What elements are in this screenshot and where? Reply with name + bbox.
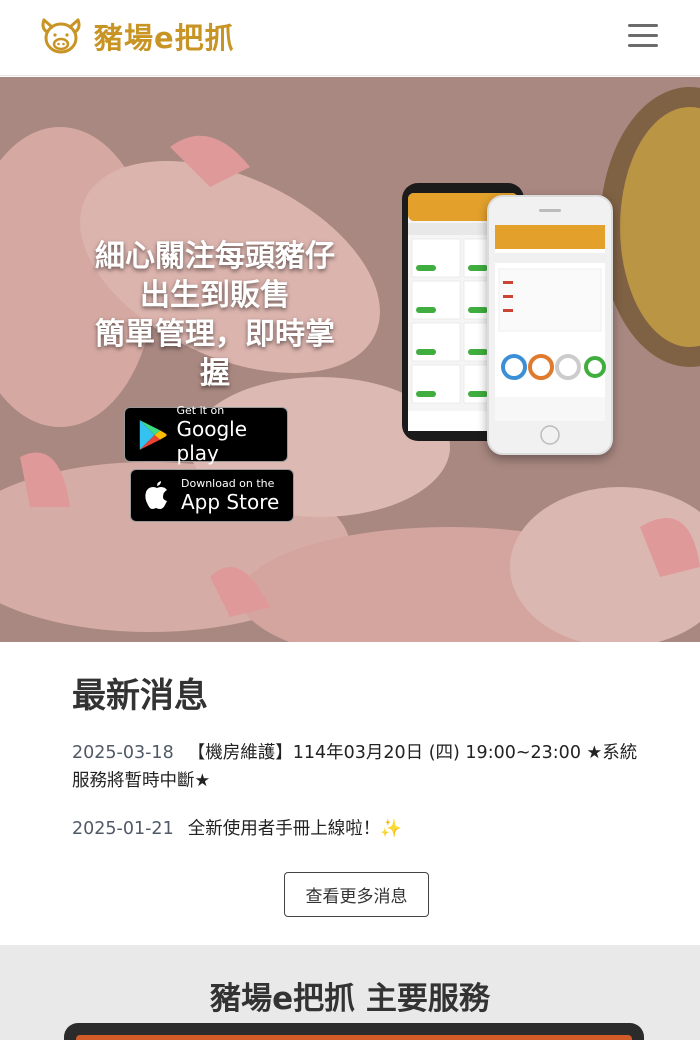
news-item[interactable]: 2025-03-18 【機房維護】114年03月20日 (四) 19:00~23:…: [72, 739, 652, 795]
hamburger-menu-icon[interactable]: [628, 22, 660, 50]
main-services-section: 豬場e把抓 主要服務: [0, 945, 700, 1040]
app-store-big-text: App Store: [181, 489, 280, 514]
services-preview-banner: [76, 1035, 632, 1040]
menu-bar: [628, 34, 658, 37]
hero-headline-line: 細心關注每頭豬仔: [95, 239, 335, 274]
app-store-label: Download on the App Store: [181, 476, 280, 514]
services-preview-card: [64, 1023, 644, 1040]
news-section-title: 最新消息: [72, 676, 208, 716]
news-item[interactable]: 2025-01-21 全新使用者手冊上線啦！✨: [72, 815, 652, 843]
app-store-button[interactable]: Download on the App Store: [130, 469, 294, 522]
news-date: 2025-03-18: [72, 743, 174, 763]
app-store-small-text: Download on the: [181, 476, 275, 490]
brand-logo[interactable]: 豬場e把抓: [38, 14, 235, 58]
pig-logo-icon: [41, 18, 81, 54]
app-dashboard-image: [495, 209, 606, 445]
more-news-button[interactable]: 查看更多消息: [284, 872, 429, 917]
news-date: 2025-01-21: [72, 819, 174, 839]
menu-bar: [628, 24, 658, 27]
brand-name: 豬場e把抓: [94, 21, 235, 55]
hero-banner: 細心關注每頭豬仔 出生到販售 簡單管理，即時掌 握 Get it on Goog…: [0, 77, 700, 642]
site-header: 豬場e把抓: [0, 0, 700, 76]
hero-headline-line: 出生到販售: [140, 278, 290, 313]
menu-bar: [628, 44, 658, 47]
google-play-label: Get it on Google play: [176, 403, 288, 465]
phone-mockup-front: [487, 195, 613, 455]
hero-headline-line: 握: [200, 356, 230, 391]
google-play-small-text: Get it on: [176, 403, 225, 417]
hero-headline: 細心關注每頭豬仔 出生到販售 簡單管理，即時掌 握: [70, 237, 360, 393]
apple-icon: [145, 480, 167, 509]
google-play-button[interactable]: Get it on Google play: [124, 403, 288, 465]
news-text: 全新使用者手冊上線啦！✨: [187, 819, 402, 839]
google-play-icon: [139, 419, 167, 450]
hero-headline-line: 簡單管理，即時掌: [95, 317, 335, 352]
google-play-big-text: Google play: [176, 416, 248, 465]
services-section-title: 豬場e把抓 主要服務: [210, 981, 490, 1017]
latest-news-section: 最新消息 2025-03-18 【機房維護】114年03月20日 (四) 19:0…: [72, 668, 652, 839]
